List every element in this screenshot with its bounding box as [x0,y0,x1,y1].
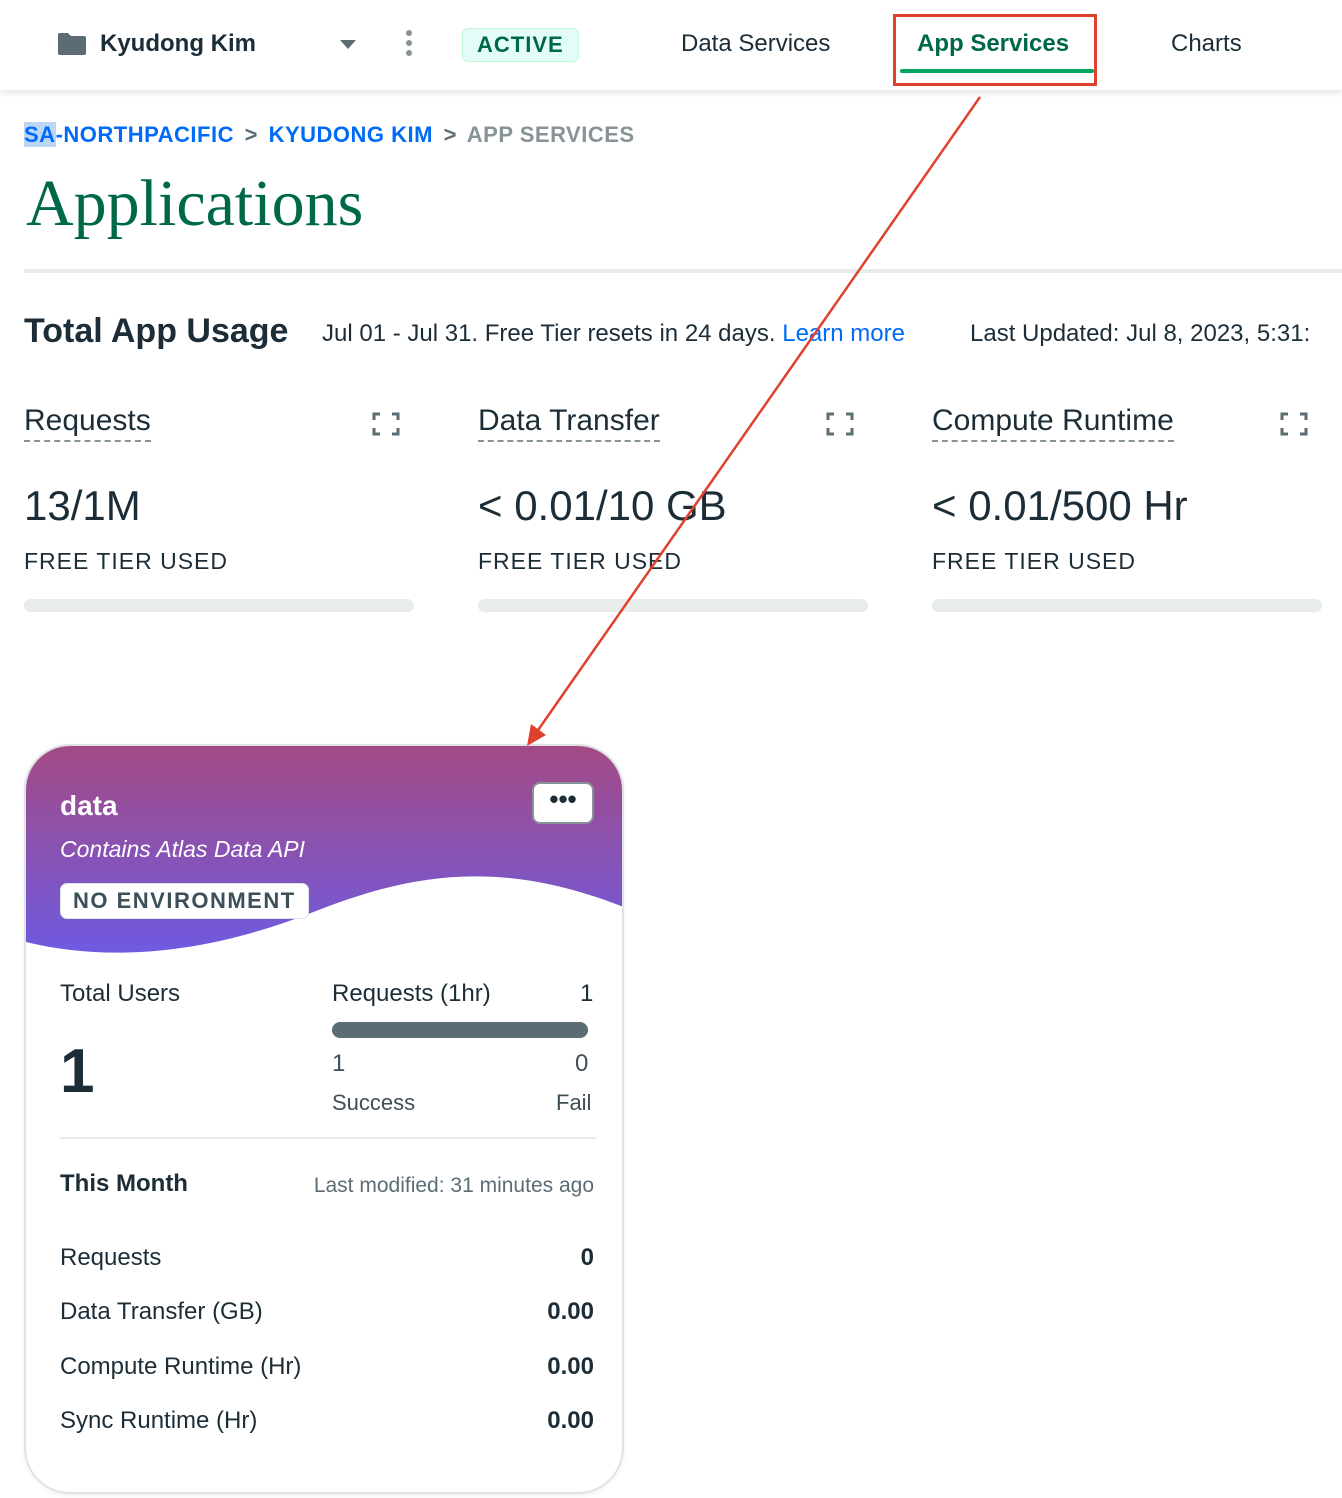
project-name[interactable]: Kyudong Kim [100,30,256,58]
usage-description: Jul 01 - Jul 31. Free Tier resets in 24 … [322,320,905,348]
usage-period-text: Jul 01 - Jul 31. Free Tier resets in 24 … [322,320,776,347]
kebab-menu-icon[interactable] [403,30,415,60]
total-users-label: Total Users [60,980,181,1007]
row-label: Requests [60,1244,162,1271]
metric-sublabel: FREE TIER USED [478,548,682,574]
usage-progress-bar [478,599,868,612]
status-badge: ACTIVE [462,28,579,62]
nav-charts[interactable]: Charts [1171,30,1242,58]
metric-value: < 0.01/10 GB [478,482,727,529]
row-value: 0.00 [547,1298,594,1325]
nav-data-services[interactable]: Data Services [681,30,830,58]
divider [60,1137,596,1139]
fail-label: Fail [556,1090,592,1115]
expand-icon[interactable] [1280,412,1308,436]
row-label: Sync Runtime (Hr) [60,1407,258,1434]
row-label: Compute Runtime (Hr) [60,1353,302,1380]
divider [24,269,1342,273]
fail-count: 0 [575,1050,589,1077]
metric-label[interactable]: Data Transfer [478,404,660,442]
metric-label[interactable]: Requests [24,404,151,442]
requests-hour-label: Requests (1hr) [332,980,491,1007]
last-modified-text: Last modified: 31 minutes ago [313,1174,594,1197]
app-description: Contains Atlas Data API [60,836,306,862]
this-month-title: This Month [60,1170,188,1197]
metric-label[interactable]: Compute Runtime [932,404,1174,442]
caret-down-icon[interactable] [340,40,356,49]
last-updated-text: Last Updated: Jul 8, 2023, 5:31: [970,320,1311,347]
app-name[interactable]: data [60,790,118,822]
metric-sublabel: FREE TIER USED [932,548,1136,574]
breadcrumb-current: APP SERVICES [466,122,635,147]
total-users-value: 1 [60,1037,95,1106]
row-value: 0.00 [547,1407,594,1434]
learn-more-link[interactable]: Learn more [782,320,905,347]
requests-hour-value: 1 [580,980,594,1007]
usage-progress-bar [24,599,414,612]
breadcrumb-separator: > [244,122,258,147]
breadcrumb-project[interactable]: KYUDONG KIM [269,122,433,147]
metric-value: 13/1M [24,482,141,529]
annotation-highlight-box [893,14,1097,86]
more-options-icon[interactable]: ••• [532,782,594,824]
success-count: 1 [332,1050,346,1077]
breadcrumb-org[interactable]: -NORTHPACIFIC [56,122,234,147]
top-navigation-bar: Kyudong Kim ACTIVE Data Services App Ser… [0,0,1342,90]
breadcrumb-org-selected[interactable]: SA [24,122,56,147]
expand-icon[interactable] [372,412,400,436]
metric-value: < 0.01/500 Hr [932,482,1188,529]
usage-title: Total App Usage [24,312,289,350]
app-card[interactable]: data Contains Atlas Data API NO ENVIRONM… [24,744,624,1494]
row-value: 0.00 [547,1353,594,1380]
expand-icon[interactable] [826,412,854,436]
row-value: 0 [580,1244,594,1271]
success-label: Success [332,1090,416,1115]
folder-icon [58,33,86,55]
breadcrumb-separator: > [443,122,457,147]
row-label: Data Transfer (GB) [60,1298,263,1325]
requests-progress-bar [332,1022,588,1038]
usage-progress-bar [932,599,1322,612]
environment-badge: NO ENVIRONMENT [60,883,309,919]
page-title: Applications [26,167,364,240]
metric-sublabel: FREE TIER USED [24,548,228,574]
breadcrumb: SA-NORTHPACIFIC > KYUDONG KIM > APP SERV… [24,122,635,148]
